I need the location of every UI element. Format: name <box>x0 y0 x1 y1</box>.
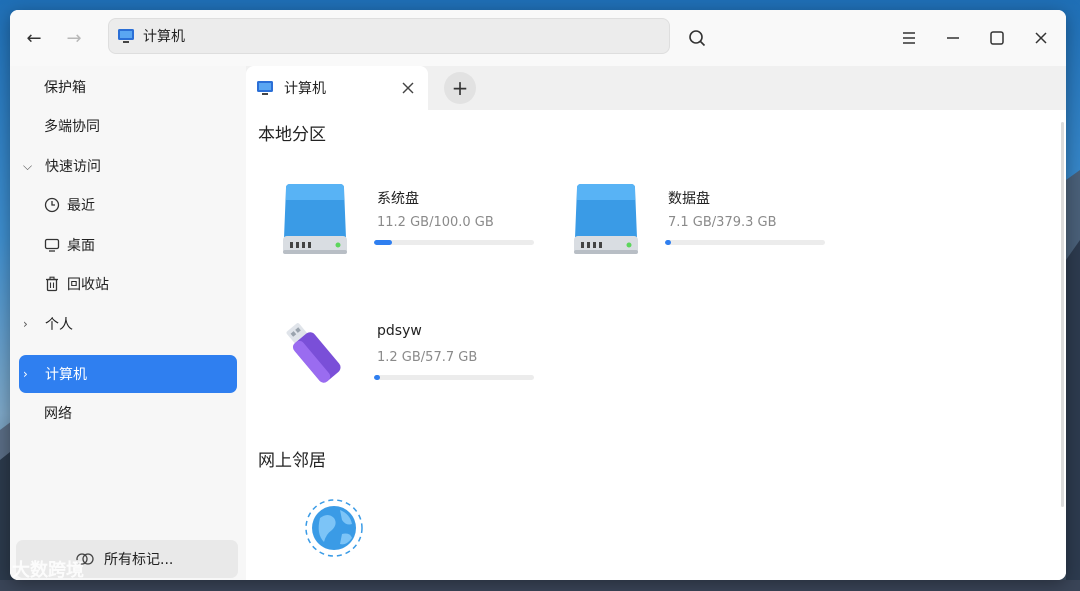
sidebar-item-computer[interactable]: › 计算机 <box>19 355 237 393</box>
forward-button[interactable]: → <box>60 24 88 52</box>
content-area: 本地分区 系统盘 11.2 GB/100.0 GB 数据盘 7.1 GB/379… <box>246 110 1066 580</box>
sidebar-item-label: 个人 <box>45 317 73 333</box>
content-scrollbar[interactable] <box>1061 122 1064 507</box>
search-button[interactable] <box>683 24 711 52</box>
network-globe-icon[interactable] <box>302 496 366 560</box>
close-icon <box>1035 32 1047 44</box>
sidebar-item-desktop[interactable]: 桌面 <box>19 226 237 264</box>
tab-close-button[interactable] <box>398 78 418 98</box>
sidebar-item-label: 桌面 <box>67 238 95 254</box>
trash-icon <box>43 275 61 293</box>
disk-usage-bar <box>665 240 825 245</box>
disk-size: 7.1 GB/379.3 GB <box>668 215 777 230</box>
chevron-right-icon[interactable]: › <box>23 367 39 381</box>
computer-icon <box>257 81 273 95</box>
section-title-local: 本地分区 <box>258 125 326 145</box>
hard-drive-icon <box>283 184 347 254</box>
disk-item-data[interactable]: 数据盘 7.1 GB/379.3 GB <box>551 180 825 290</box>
disk-usage-fill <box>374 375 381 380</box>
sidebar-item-recent[interactable]: 最近 <box>19 186 237 224</box>
hamburger-menu-icon <box>903 32 915 44</box>
chevron-down-icon[interactable]: ⌵ <box>23 159 39 174</box>
titlebar: ← → 计算机 <box>10 10 1066 66</box>
usb-drive-icon <box>286 323 341 383</box>
desktop-icon <box>43 236 61 254</box>
disk-usage-fill <box>374 240 392 245</box>
disk-usage-fill <box>665 240 672 245</box>
tab-label: 计算机 <box>284 81 326 97</box>
hard-drive-icon <box>574 184 638 254</box>
tab-strip: 计算机 + <box>246 66 1066 110</box>
sidebar-item-personal[interactable]: › 个人 <box>19 305 237 343</box>
sidebar-item-collaboration[interactable]: 多端协同 <box>19 107 237 145</box>
all-tags-label: 所有标记... <box>104 552 174 568</box>
sidebar-item-label: 保护箱 <box>44 80 86 96</box>
sidebar-item-label: 回收站 <box>67 277 109 293</box>
sidebar-item-vault[interactable]: 保护箱 <box>19 68 237 106</box>
disk-size: 1.2 GB/57.7 GB <box>377 350 478 365</box>
disk-usage-bar <box>374 240 534 245</box>
disk-name: 数据盘 <box>668 191 710 207</box>
arrow-right-icon: → <box>66 27 82 49</box>
close-icon <box>402 82 414 94</box>
address-text: 计算机 <box>143 29 185 45</box>
close-button[interactable] <box>1027 24 1055 52</box>
menu-button[interactable] <box>895 24 923 52</box>
computer-icon <box>118 29 134 43</box>
sidebar-item-label: 快速访问 <box>45 159 101 175</box>
new-tab-button[interactable]: + <box>444 72 476 104</box>
disk-name: pdsyw <box>377 323 422 339</box>
minimize-icon <box>947 37 959 39</box>
section-title-network: 网上邻居 <box>258 451 326 471</box>
watermark-text: 大数跨境 <box>12 560 84 581</box>
sidebar-item-label: 计算机 <box>45 367 87 383</box>
disk-item-system[interactable]: 系统盘 11.2 GB/100.0 GB <box>260 180 534 290</box>
sidebar-item-quick-access[interactable]: ⌵ 快速访问 <box>19 147 237 185</box>
sidebar-item-network[interactable]: 网络 <box>19 394 237 432</box>
disk-usage-bar <box>374 375 534 380</box>
maximize-button[interactable] <box>983 24 1011 52</box>
minimize-button[interactable] <box>939 24 967 52</box>
disk-item-usb[interactable]: pdsyw 1.2 GB/57.7 GB <box>260 315 534 425</box>
back-button[interactable]: ← <box>20 24 48 52</box>
file-manager-window: ← → 计算机 保护箱 多端协同 ⌵ 快速访问 最近 桌面 回收站 › 个人 ›… <box>10 10 1066 580</box>
chevron-right-icon[interactable]: › <box>23 317 39 331</box>
sidebar-item-trash[interactable]: 回收站 <box>19 265 237 303</box>
search-icon <box>689 30 706 47</box>
address-bar[interactable]: 计算机 <box>108 18 670 54</box>
sidebar: 保护箱 多端协同 ⌵ 快速访问 最近 桌面 回收站 › 个人 › 计算机 网络 <box>10 66 246 580</box>
disk-size: 11.2 GB/100.0 GB <box>377 215 494 230</box>
arrow-left-icon: ← <box>26 27 42 49</box>
clock-icon <box>43 196 61 214</box>
sidebar-item-label: 网络 <box>44 406 72 422</box>
plus-icon: + <box>451 76 469 100</box>
sidebar-item-label: 多端协同 <box>44 119 100 135</box>
tab-computer[interactable]: 计算机 <box>246 66 428 110</box>
disk-name: 系统盘 <box>377 191 419 207</box>
sidebar-item-label: 最近 <box>67 198 95 214</box>
maximize-icon <box>990 31 1004 45</box>
